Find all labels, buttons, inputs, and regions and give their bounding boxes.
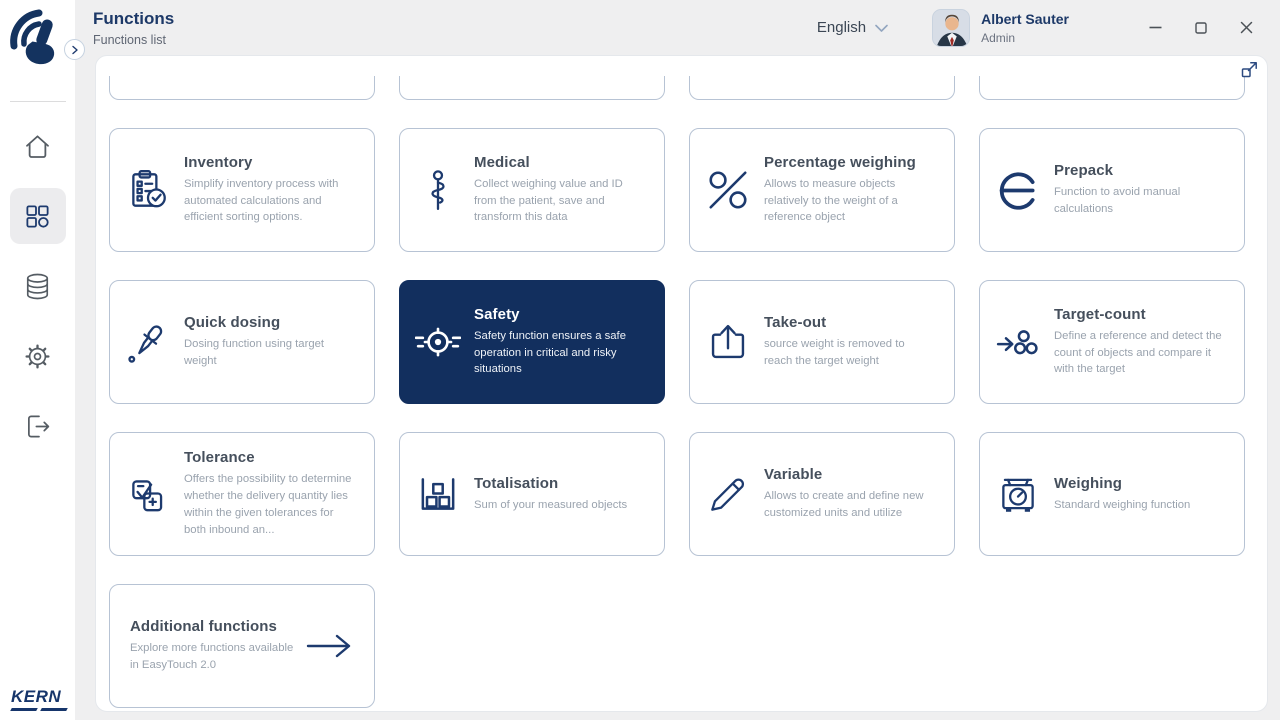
function-card-totalisation[interactable]: Totalisation Sum of your measured objects [399,432,665,556]
function-card-take-out[interactable]: Take-out source weight is removed to reac… [689,280,955,404]
card-description: Safety function ensures a safe operation… [474,329,626,376]
estimated-e-icon [994,167,1042,213]
sidebar-item-home[interactable] [10,118,66,174]
kern-logo-text: KERN [11,687,62,706]
card-description: Sum of your measured objects [474,498,628,511]
card-title: Safety [474,305,520,323]
function-card-target-count[interactable]: Target-count Define a reference and detec… [979,280,1245,404]
function-card-weighing[interactable]: Weighing Standard weighing function [979,432,1245,556]
card-title: Target-count [1054,305,1146,323]
chevron-right-icon [71,45,79,55]
card-description: Offers the possibility to determine whet… [184,473,352,536]
avatar[interactable] [932,8,971,47]
card-title: Medical [474,153,530,171]
sidebar-nav [0,118,75,454]
card-description: Function to avoid manual calculations [1054,186,1181,215]
cut-off-function-card[interactable] [109,76,375,100]
function-card-variable[interactable]: Variable Allows to create and define new … [689,432,955,556]
arrow-right-icon [306,633,352,659]
card-description: Standard weighing function [1054,498,1191,511]
expand-icon [1241,61,1258,78]
fullscreen-button[interactable] [1241,61,1258,78]
cut-off-function-card[interactable] [399,76,665,100]
minimize-button[interactable] [1149,26,1162,29]
card-title: Take-out [764,314,827,332]
user-info[interactable]: Albert Sauter Admin [981,11,1069,45]
close-button[interactable] [1240,21,1253,34]
easytouch-hand-logo [0,0,75,79]
cut-off-function-card[interactable] [979,76,1245,100]
sidebar: KERN [0,0,75,720]
card-description: Allows to measure objects relatively to … [764,177,898,224]
card-description: Simplify inventory process with automate… [184,177,339,224]
card-title: Prepack [1054,162,1114,180]
kern-logo-bars [10,708,68,711]
card-description: Collect weighing value and ID from the p… [474,177,623,224]
cut-off-function-card[interactable] [689,76,955,100]
sidebar-item-functions[interactable] [9,188,66,244]
target-count-icon [994,319,1042,365]
cut-off-row [109,76,1245,100]
page-subtitle: Functions list [93,32,166,47]
percent-icon [704,167,752,213]
card-title: Totalisation [474,474,559,492]
function-card-prepack[interactable]: Prepack Function to avoid manual calculat… [979,128,1245,252]
apps-grid-icon [21,200,54,233]
card-description: Allows to create and define new customiz… [764,490,924,519]
gear-icon [21,340,54,373]
medical-icon [414,167,462,213]
totalisation-icon [414,471,462,517]
safety-target-icon [414,319,462,365]
pencil-icon [704,471,752,517]
user-name: Albert Sauter [981,10,1069,27]
take-out-icon [704,319,752,365]
sidebar-item-settings[interactable] [10,328,66,384]
functions-panel: Inventory Simplify inventory process with… [95,55,1268,712]
functions-scroll-area[interactable]: Inventory Simplify inventory process with… [96,56,1267,708]
card-description: Define a reference and detect the count … [1054,329,1222,376]
function-card-inventory[interactable]: Inventory Simplify inventory process with… [109,128,375,252]
card-description: Explore more functions available in Easy… [130,642,294,671]
sidebar-item-database[interactable] [10,258,66,314]
card-title: Weighing [1054,474,1123,492]
database-icon [21,270,54,303]
maximize-icon [1195,21,1207,34]
function-card-percentage-weighing[interactable]: Percentage weighing Allows to measure obj… [689,128,955,252]
card-description: source weight is removed to reach the ta… [764,338,905,367]
sidebar-item-logout[interactable] [10,398,66,454]
card-title: Tolerance [184,449,255,467]
window-controls [1149,21,1253,34]
card-title: Variable [764,466,823,484]
function-card-quick-dosing[interactable]: Quick dosing Dosing function using target… [109,280,375,404]
page-title: Functions [93,8,175,28]
user-role: Admin [981,30,1016,45]
function-card-additional-functions[interactable]: Additional functions Explore more functio… [109,584,375,708]
kern-logo: KERN [10,687,68,711]
minimize-icon [1149,26,1162,29]
language-value: English [816,19,867,36]
language-selector[interactable]: English [817,19,888,36]
inventory-icon [124,167,172,213]
function-card-medical[interactable]: Medical Collect weighing value and ID fro… [399,128,665,252]
maximize-button[interactable] [1195,21,1207,34]
function-card-tolerance[interactable]: Tolerance Offers the possibility to deter… [109,432,375,556]
card-title: Inventory [184,153,253,171]
function-card-safety[interactable]: Safety Safety function ensures a safe ope… [399,280,665,404]
chevron-down-icon [875,24,888,32]
card-title: Quick dosing [184,314,281,332]
scale-icon [994,471,1042,517]
tolerance-icon [124,471,172,517]
header: Functions Functions list English Albert … [75,0,1280,55]
sidebar-divider [9,101,66,102]
card-description: Dosing function using target weight [184,338,325,367]
functions-grid: Inventory Simplify inventory process with… [109,128,1245,708]
card-title: Percentage weighing [764,153,916,171]
card-title: Additional functions [130,618,277,636]
close-icon [1240,21,1253,34]
logout-icon [21,410,54,443]
home-icon [21,130,54,163]
pipette-icon [124,319,172,365]
sidebar-expand-button[interactable] [64,39,85,60]
